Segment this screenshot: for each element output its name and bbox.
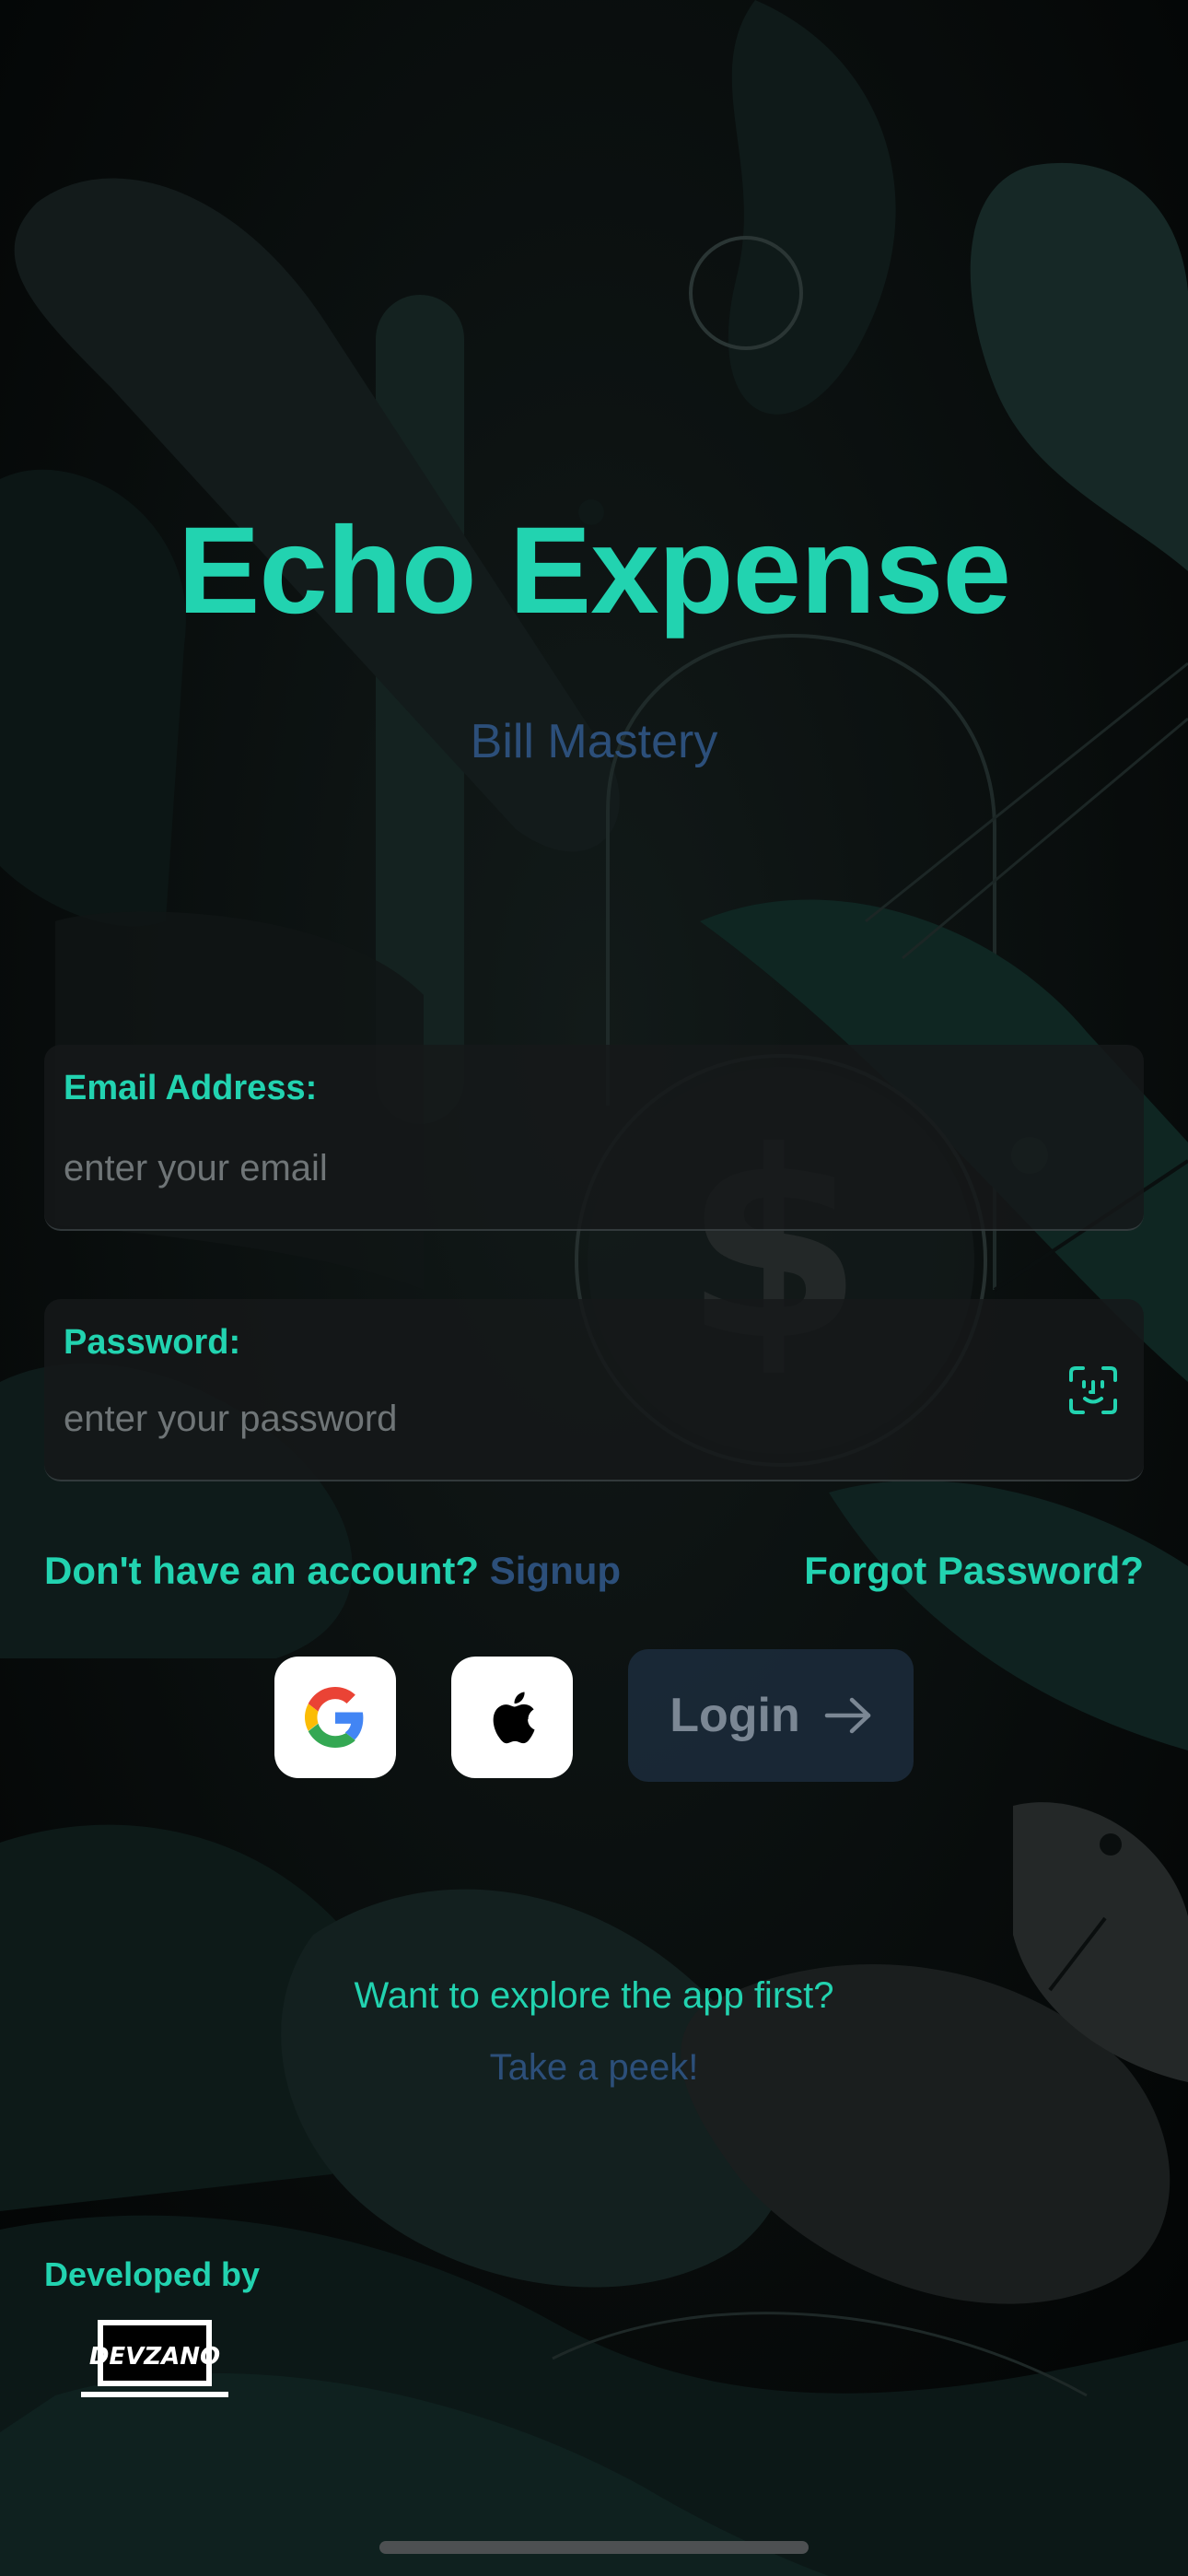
google-signin-button[interactable] — [274, 1657, 396, 1778]
google-icon — [305, 1687, 364, 1748]
arrow-right-icon — [824, 1697, 870, 1734]
login-button[interactable]: Login — [628, 1649, 914, 1782]
faceid-icon[interactable] — [1068, 1365, 1118, 1415]
developed-by-label: Developed by — [44, 2255, 261, 2293]
app-title: Echo Expense — [177, 502, 1011, 639]
password-input[interactable] — [64, 1399, 984, 1440]
password-label: Password: — [64, 1323, 241, 1362]
signup-prompt: Don't have an account? — [44, 1549, 480, 1592]
app-subtitle: Bill Mastery — [470, 715, 718, 768]
take-a-peek-link[interactable]: Take a peek! — [0, 2042, 1188, 2093]
home-indicator — [379, 2541, 809, 2554]
signup-link[interactable]: Signup — [490, 1549, 621, 1592]
explore-question: Want to explore the app first? — [354, 1975, 834, 2016]
apple-signin-button[interactable] — [451, 1657, 573, 1778]
forgot-password-link[interactable]: Forgot Password? — [804, 1543, 1144, 1598]
developer-logo: DEVZANO — [81, 2320, 228, 2397]
password-field[interactable]: Password: — [44, 1299, 1144, 1481]
background-illustration — [0, 0, 1188, 2576]
email-input[interactable] — [64, 1148, 984, 1189]
apple-icon — [493, 1692, 535, 1744]
signup-row: Don't have an account? Signup — [44, 1543, 621, 1598]
email-label: Email Address: — [64, 1069, 318, 1107]
svg-text:DEVZANO: DEVZANO — [89, 2343, 220, 2371]
email-field[interactable]: Email Address: — [44, 1045, 1144, 1231]
login-label: Login — [670, 1689, 800, 1742]
